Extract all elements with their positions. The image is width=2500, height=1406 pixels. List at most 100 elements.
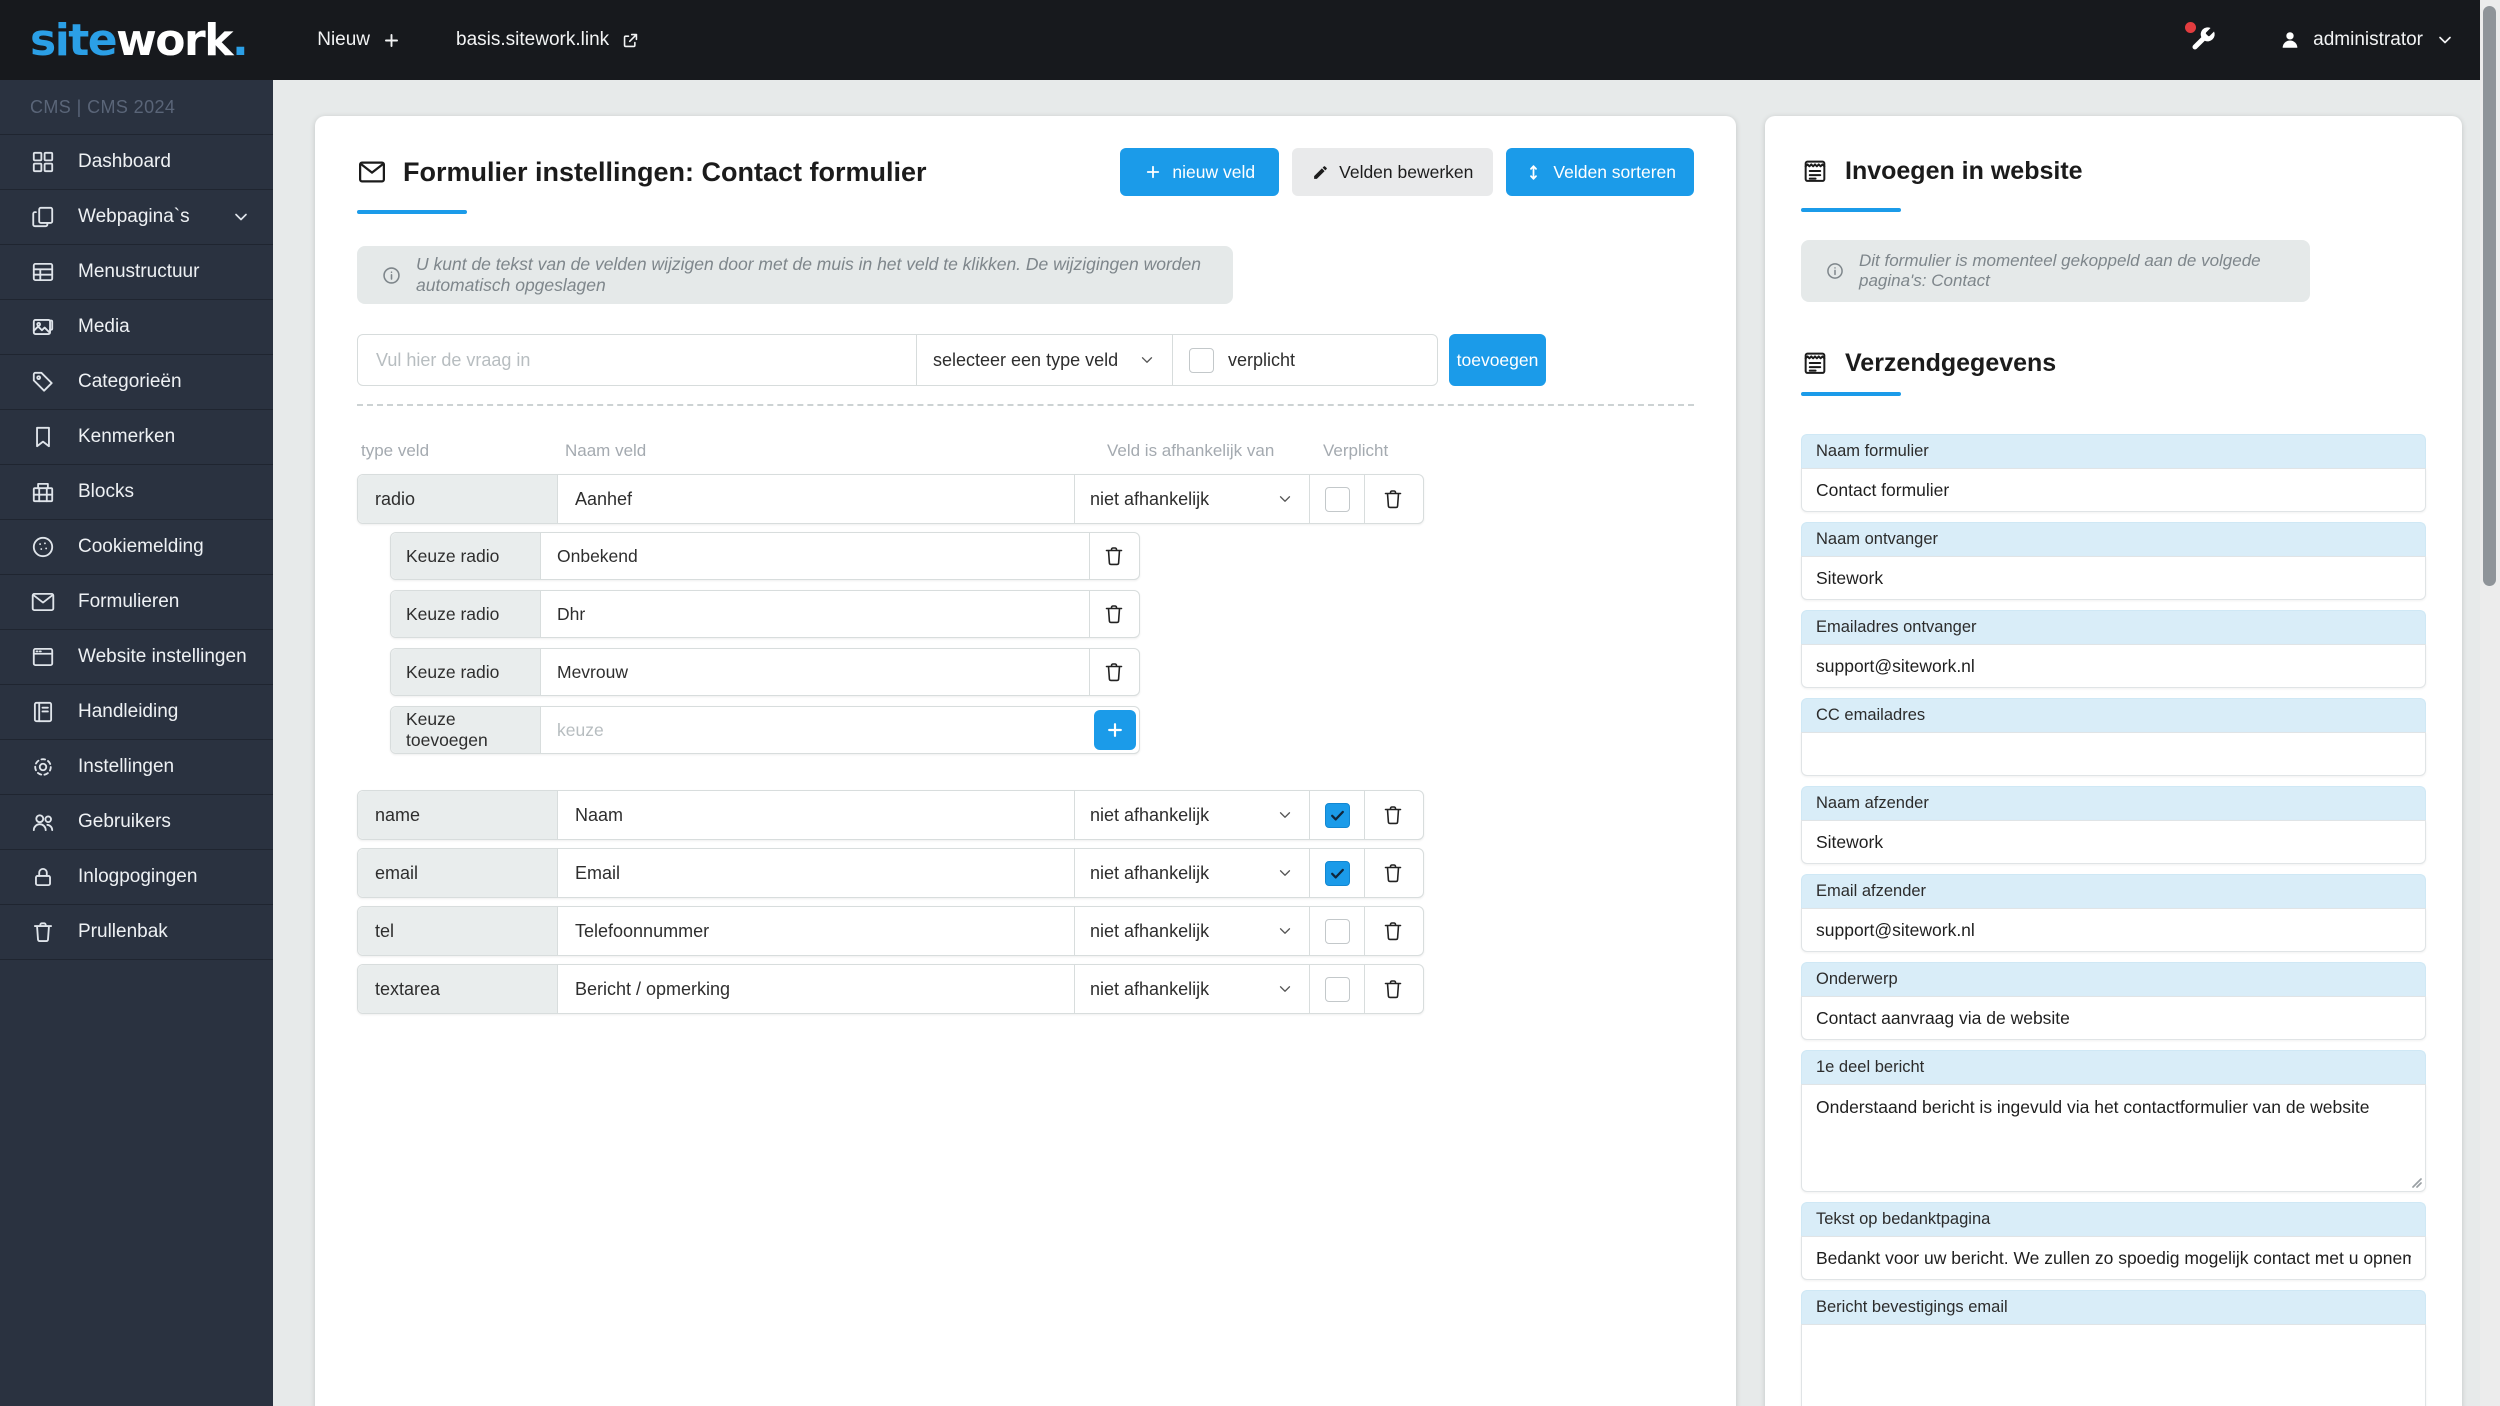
- field-row-textarea: textarea niet afhankelijk: [357, 964, 1424, 1014]
- lock-icon: [30, 864, 56, 890]
- sort-vertical-icon: [1524, 163, 1543, 182]
- info-icon: [381, 265, 402, 286]
- insert-accent-underline: [1801, 208, 1901, 212]
- sidebar-item-gebruikers[interactable]: Gebruikers: [0, 795, 273, 850]
- naam-ontvanger-input[interactable]: [1802, 557, 2425, 599]
- choice-value-input[interactable]: [541, 603, 1089, 625]
- trash-icon: [1381, 861, 1405, 885]
- book-icon: [30, 699, 56, 725]
- sidebar: CMS | CMS 2024 Dashboard Webpagina`s Men…: [0, 80, 273, 1406]
- required-checkbox[interactable]: [1324, 918, 1350, 944]
- cc-emailadres-input[interactable]: [1802, 733, 2425, 775]
- new-field-button[interactable]: nieuw veld: [1120, 148, 1280, 196]
- username: administrator: [2313, 29, 2423, 50]
- pages-icon: [30, 204, 56, 230]
- trash-icon: [30, 919, 56, 945]
- field-bericht-bevestigings-email: Bericht bevestigings email: [1801, 1290, 2426, 1406]
- sidebar-item-cookiemelding[interactable]: Cookiemelding: [0, 520, 273, 575]
- field-name-input[interactable]: [558, 804, 1074, 826]
- categories-tag-icon: [30, 369, 56, 395]
- email-afzender-input[interactable]: [1802, 909, 2425, 951]
- dependency-select[interactable]: niet afhankelijk: [1075, 907, 1310, 955]
- add-choice-input[interactable]: [541, 719, 1139, 741]
- sitework-logo[interactable]: sitework.: [30, 15, 249, 66]
- delete-field-button[interactable]: [1381, 976, 1407, 1002]
- sidebar-item-blocks[interactable]: Blocks: [0, 465, 273, 520]
- field-row-tel: tel niet afhankelijk: [357, 906, 1424, 956]
- field-naam-formulier: Naam formulier: [1801, 434, 2426, 512]
- site-link[interactable]: basis.sitework.link: [456, 29, 640, 51]
- notepad-icon: [1801, 157, 1829, 185]
- scrollbar-track[interactable]: [2480, 0, 2500, 1406]
- title-accent-underline: [357, 210, 467, 214]
- choice-type-cell: Keuze radio: [391, 591, 541, 637]
- sidebar-item-dashboard[interactable]: Dashboard: [0, 135, 273, 190]
- delete-cell: [1365, 791, 1423, 839]
- sidebar-item-prullenbak[interactable]: Prullenbak: [0, 905, 273, 960]
- resize-grip-icon[interactable]: [2410, 1176, 2422, 1188]
- trash-icon: [1381, 977, 1405, 1001]
- add-field-submit-button[interactable]: toevoegen: [1449, 334, 1546, 386]
- sidebar-item-website-instellingen[interactable]: Website instellingen: [0, 630, 273, 685]
- field-1e-deel-bericht: 1e deel bericht Onderstaand bericht is i…: [1801, 1050, 2426, 1192]
- pencil-icon: [1312, 164, 1329, 181]
- dependency-select[interactable]: niet afhankelijk: [1075, 849, 1310, 897]
- field-onderwerp: Onderwerp: [1801, 962, 2426, 1040]
- required-checkbox[interactable]: [1324, 860, 1350, 886]
- field-type-cell: name: [358, 791, 558, 839]
- question-input[interactable]: [358, 335, 916, 385]
- required-checkbox[interactable]: [1324, 976, 1350, 1002]
- delete-choice-button[interactable]: [1102, 543, 1128, 569]
- choice-row: Keuze radio: [390, 648, 1140, 696]
- delete-field-button[interactable]: [1381, 918, 1407, 944]
- delete-choice-button[interactable]: [1102, 659, 1128, 685]
- tools-button[interactable]: [2185, 22, 2219, 55]
- dependency-select[interactable]: niet afhankelijk: [1075, 965, 1310, 1013]
- choice-value-input[interactable]: [541, 545, 1089, 567]
- sidebar-item-kenmerken[interactable]: Kenmerken: [0, 410, 273, 465]
- eerste-deel-bericht-textarea[interactable]: Onderstaand bericht is ingevuld via het …: [1802, 1085, 2425, 1191]
- sidebar-item-media[interactable]: Media: [0, 300, 273, 355]
- naam-afzender-input[interactable]: [1802, 821, 2425, 863]
- sidebar-item-webpaginas[interactable]: Webpagina`s: [0, 190, 273, 245]
- new-menu-button[interactable]: Nieuw: [317, 29, 401, 51]
- insert-header-row: Invoegen in website: [1801, 146, 2083, 196]
- sidebar-item-inlogpogingen[interactable]: Inlogpogingen: [0, 850, 273, 905]
- send-accent-underline: [1801, 392, 1901, 396]
- required-checkbox[interactable]: [1189, 347, 1214, 373]
- add-choice-button[interactable]: [1094, 710, 1136, 750]
- naam-formulier-input[interactable]: [1802, 469, 2425, 511]
- required-checkbox[interactable]: [1324, 802, 1350, 828]
- onderwerp-input[interactable]: [1802, 997, 2425, 1039]
- envelope-icon: [357, 157, 387, 187]
- field-name-input[interactable]: [558, 978, 1074, 1000]
- sidebar-item-formulieren[interactable]: Formulieren: [0, 575, 273, 630]
- delete-field-button[interactable]: [1381, 802, 1407, 828]
- field-name-input[interactable]: [558, 862, 1074, 884]
- delete-choice-button[interactable]: [1102, 601, 1128, 627]
- field-name-input[interactable]: [558, 488, 1074, 510]
- bericht-bevestigings-email-textarea[interactable]: [1802, 1325, 2425, 1406]
- edit-fields-button[interactable]: Velden bewerken: [1292, 148, 1494, 196]
- emailadres-ontvanger-input[interactable]: [1802, 645, 2425, 687]
- tekst-bedanktpagina-input[interactable]: [1802, 1237, 2425, 1279]
- delete-field-button[interactable]: [1381, 486, 1407, 512]
- field-type-cell: tel: [358, 907, 558, 955]
- dependency-select[interactable]: niet afhankelijk: [1075, 791, 1310, 839]
- required-cell: [1310, 907, 1365, 955]
- sidebar-item-instellingen[interactable]: Instellingen: [0, 740, 273, 795]
- scrollbar-thumb[interactable]: [2483, 6, 2496, 586]
- required-cell: [1310, 475, 1365, 523]
- user-menu[interactable]: administrator: [2279, 29, 2455, 51]
- field-type-select[interactable]: selecteer een type veld: [916, 335, 1172, 385]
- sort-fields-button[interactable]: Velden sorteren: [1506, 148, 1694, 196]
- sidebar-header: CMS | CMS 2024: [0, 80, 273, 135]
- required-checkbox[interactable]: [1324, 486, 1350, 512]
- delete-field-button[interactable]: [1381, 860, 1407, 886]
- sidebar-item-menustructuur[interactable]: Menustructuur: [0, 245, 273, 300]
- sidebar-item-handleiding[interactable]: Handleiding: [0, 685, 273, 740]
- field-name-input[interactable]: [558, 920, 1074, 942]
- sidebar-item-categorieen[interactable]: Categorieën: [0, 355, 273, 410]
- dependency-select[interactable]: niet afhankelijk: [1075, 475, 1310, 523]
- choice-value-input[interactable]: [541, 661, 1089, 683]
